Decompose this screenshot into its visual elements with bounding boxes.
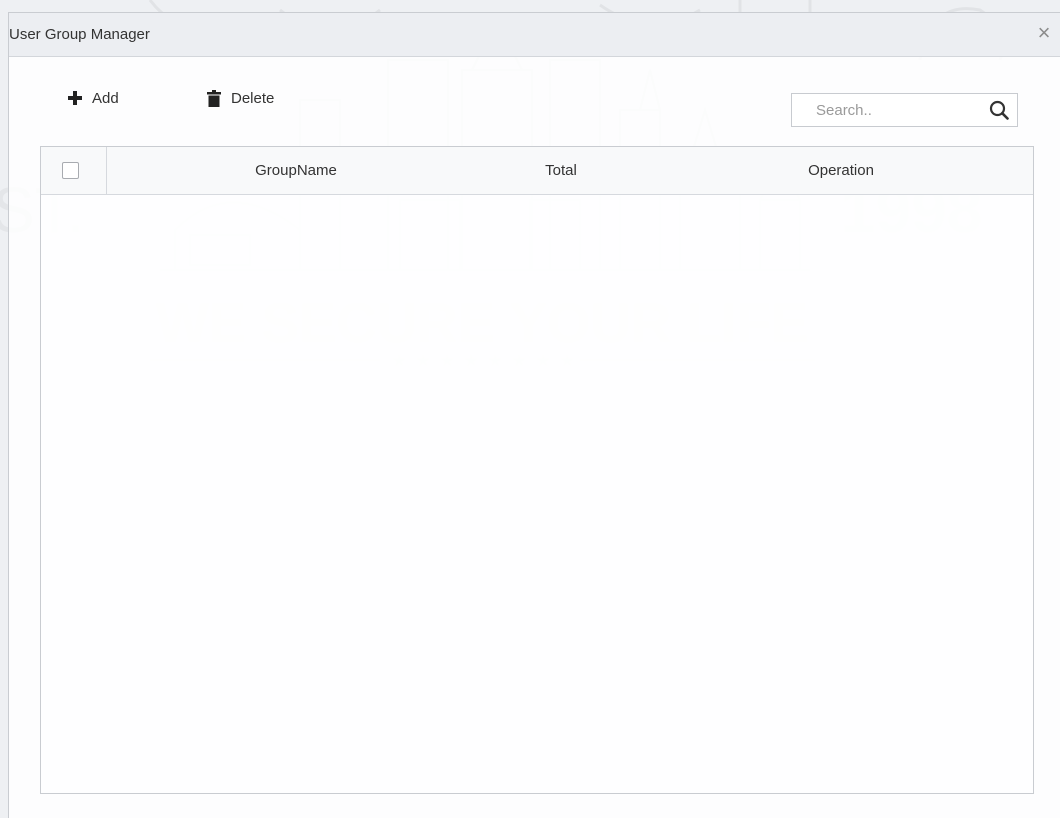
search-input[interactable]	[792, 94, 996, 126]
delete-button-label: Delete	[231, 89, 275, 107]
column-header-operation[interactable]: Operation	[776, 147, 906, 194]
select-all-checkbox[interactable]	[62, 162, 79, 179]
search-icon[interactable]	[989, 100, 1009, 120]
table-body	[41, 195, 1033, 793]
close-icon[interactable]: ×	[1032, 21, 1056, 45]
dialog-title: User Group Manager	[9, 26, 150, 43]
table-header: GroupName Total Operation	[41, 147, 1033, 195]
add-button-label: Add	[92, 89, 119, 107]
plus-icon	[68, 91, 82, 105]
delete-button[interactable]: Delete	[207, 86, 274, 110]
column-header-total[interactable]: Total	[511, 147, 611, 194]
user-group-table: GroupName Total Operation	[40, 146, 1034, 794]
trash-icon	[207, 89, 221, 107]
column-divider	[106, 147, 107, 194]
search-box	[791, 93, 1018, 127]
dialog-titlebar: User Group Manager ×	[9, 13, 1060, 57]
column-header-groupname[interactable]: GroupName	[231, 147, 361, 194]
add-button[interactable]: Add	[68, 86, 119, 110]
